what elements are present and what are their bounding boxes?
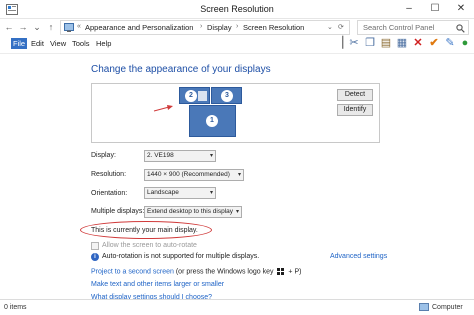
maximize-button[interactable]: ☐ xyxy=(422,0,448,18)
menu-file[interactable]: File xyxy=(11,38,28,49)
up-arrow-icon[interactable]: ↑ xyxy=(45,21,57,34)
multiple-displays-value: Extend desktop to this display xyxy=(147,208,233,215)
project-link[interactable]: Project to a second screen xyxy=(91,268,174,275)
auto-rotate-checkbox[interactable] xyxy=(91,242,99,250)
menu-help[interactable]: Help xyxy=(96,39,111,48)
title-bar: Screen Resolution – ☐ ✕ xyxy=(0,0,474,19)
display-select[interactable]: 2. VE198 ▾ xyxy=(144,150,216,162)
monitor-2[interactable]: 2 xyxy=(179,87,210,104)
display-value: 2. VE198 xyxy=(147,152,174,159)
text-size-link[interactable]: Make text and other items larger or smal… xyxy=(91,281,224,288)
project-hint-open: (or press the Windows logo key xyxy=(175,268,274,276)
monitor-1[interactable]: 1 xyxy=(189,105,236,137)
cut-icon[interactable]: ✂ xyxy=(347,36,361,50)
recent-chevron-icon[interactable]: ⌄ xyxy=(31,21,43,34)
chevron-down-icon: ▾ xyxy=(209,153,213,159)
orientation-value: Landscape xyxy=(147,189,179,196)
monitor-3[interactable]: 3 xyxy=(211,87,242,104)
chevron-down-icon: ▾ xyxy=(237,172,241,178)
globe-icon[interactable]: ● xyxy=(458,36,472,50)
close-button[interactable]: ✕ xyxy=(448,0,474,18)
monitor-number: 1 xyxy=(206,115,218,127)
monitor-number: 3 xyxy=(221,90,233,102)
menu-edit[interactable]: Edit xyxy=(31,39,44,48)
project-row: Project to a second screen (or press the… xyxy=(91,268,301,275)
chevron-down-icon: ▾ xyxy=(209,190,213,196)
auto-rotate-label: Allow the screen to auto-rotate xyxy=(102,242,197,249)
multiple-displays-select[interactable]: Extend desktop to this display ▾ xyxy=(144,206,242,218)
breadcrumb-screen-resolution[interactable]: Screen Resolution xyxy=(243,23,304,32)
delete-icon[interactable]: ✕ xyxy=(411,36,425,50)
control-panel-icon xyxy=(64,23,74,32)
checkmark-icon[interactable]: ✔ xyxy=(427,36,441,50)
paste-icon[interactable]: ▤ xyxy=(379,36,393,50)
status-bar: 0 items Computer xyxy=(0,299,474,315)
resolution-label: Resolution: xyxy=(91,171,127,178)
monitor-number: 2 xyxy=(185,90,197,102)
display-label: Display: xyxy=(91,152,116,159)
info-text: Auto-rotation is not supported for multi… xyxy=(102,253,260,260)
status-location: Computer xyxy=(432,304,463,311)
search-placeholder: Search Control Panel xyxy=(363,23,435,32)
search-icon[interactable] xyxy=(456,24,465,33)
properties-icon[interactable]: ▦ xyxy=(395,36,409,50)
breadcrumb-overflow-icon[interactable]: « xyxy=(77,23,81,30)
selected-display-icon xyxy=(198,91,207,101)
search-input[interactable]: Search Control Panel xyxy=(357,20,469,35)
refresh-icon[interactable]: ⟳ xyxy=(338,23,344,31)
computer-icon xyxy=(419,303,429,311)
breadcrumb-appearance[interactable]: Appearance and Personalization xyxy=(85,23,193,32)
address-bar[interactable]: « Appearance and Personalization › Displ… xyxy=(60,20,350,35)
minimize-button[interactable]: – xyxy=(396,0,422,18)
orientation-select[interactable]: Landscape ▾ xyxy=(144,187,216,199)
chevron-down-icon: ▾ xyxy=(235,209,239,215)
annotation-arrow xyxy=(153,105,173,112)
detect-button[interactable]: Detect xyxy=(337,89,373,101)
breadcrumb-separator-icon[interactable]: › xyxy=(236,23,238,30)
multiple-displays-label: Multiple displays: xyxy=(91,208,145,215)
breadcrumb-separator-icon[interactable]: › xyxy=(200,23,202,30)
back-arrow-icon[interactable]: ← xyxy=(3,21,15,34)
project-hint-close: + P) xyxy=(288,268,302,276)
orientation-label: Orientation: xyxy=(91,190,128,197)
menu-tools[interactable]: Tools xyxy=(72,39,90,48)
address-dropdown-icon[interactable]: ⌄ xyxy=(327,23,333,31)
item-count: 0 items xyxy=(4,304,27,311)
edit-pencil-icon[interactable]: ✎ xyxy=(443,36,457,50)
resolution-value: 1440 × 900 (Recommended) xyxy=(147,171,230,178)
copy-icon[interactable]: ❐ xyxy=(363,36,377,50)
annotation-oval xyxy=(80,221,212,239)
menu-view[interactable]: View xyxy=(50,39,66,48)
toolbar: ▕ ✂ ❐ ▤ ▦ ✕ ✔ ✎ ● xyxy=(330,35,474,52)
advanced-settings-link[interactable]: Advanced settings xyxy=(330,253,387,260)
info-icon: i xyxy=(91,253,99,261)
identify-button[interactable]: Identify xyxy=(337,104,373,116)
page-title: Change the appearance of your displays xyxy=(91,64,271,75)
dock-icon[interactable]: ▕ xyxy=(332,36,346,50)
windows-logo-icon xyxy=(277,268,285,275)
resolution-select[interactable]: 1440 × 900 (Recommended) ▾ xyxy=(144,169,244,181)
display-arrangement: 2 3 1 Detect Identify xyxy=(91,83,380,143)
breadcrumb-display[interactable]: Display xyxy=(207,23,232,32)
main-content: Change the appearance of your displays 2… xyxy=(0,53,474,301)
forward-arrow-icon[interactable]: → xyxy=(17,21,29,34)
